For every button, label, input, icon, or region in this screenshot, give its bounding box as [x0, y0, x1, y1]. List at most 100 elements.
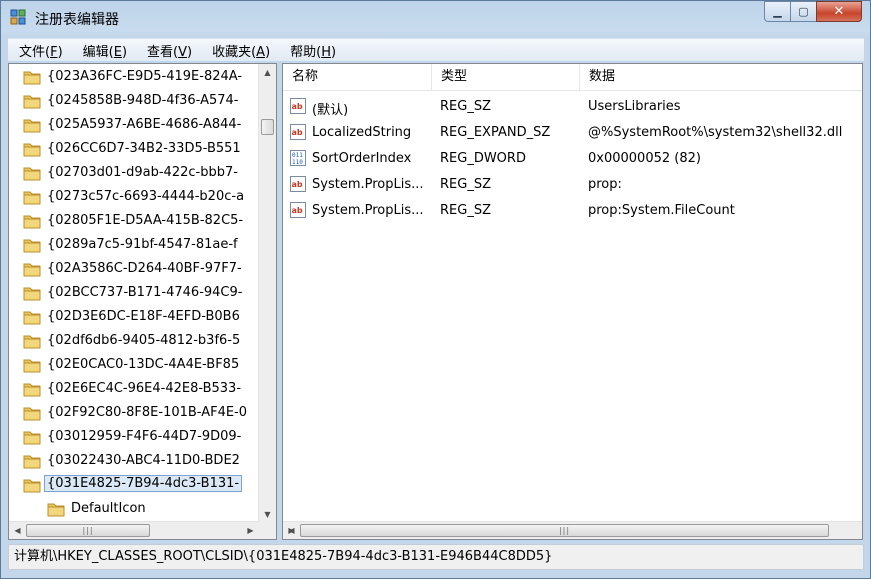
tree-item-label: {02703d01-d9ab-422c-bbb7-: [47, 165, 238, 180]
value-type: REG_EXPAND_SZ: [440, 125, 551, 140]
scroll-right-arrow-icon[interactable]: ▶: [242, 522, 259, 539]
tree-item[interactable]: {02805F1E-D5AA-415B-82C5-: [9, 209, 258, 233]
tree-item[interactable]: {02df6db6-9405-4812-b3f6-5: [9, 329, 258, 353]
folder-icon: [23, 263, 41, 277]
key-tree-pane[interactable]: {023A36FC-E9D5-419E-824A- {0245858B-948D-…: [8, 63, 277, 540]
tree-item[interactable]: {0273c57c-6693-4444-b20c-a: [9, 185, 258, 209]
scroll-down-arrow-icon[interactable]: ▼: [259, 506, 276, 523]
minimize-icon: ▁: [773, 5, 782, 18]
tree-item-label: {02D3E6DC-E18F-4EFD-B0B6: [47, 309, 240, 324]
folder-icon: [23, 71, 41, 85]
caption-buttons: ▁ ▢ ✕: [764, 1, 862, 23]
column-type-header[interactable]: 类型: [432, 64, 580, 90]
scroll-left-arrow-icon[interactable]: ◀: [9, 522, 26, 539]
tree-item[interactable]: {02BCC737-B171-4746-94C9-: [9, 281, 258, 305]
tree-item[interactable]: {023A36FC-E9D5-419E-824A-: [9, 65, 258, 89]
folder-icon: [23, 335, 41, 349]
tree-item-label: {03022430-ABC4-11D0-BDE2: [47, 453, 240, 468]
value-name: SortOrderIndex: [312, 151, 412, 166]
regedit-window: 注册表编辑器 ▁ ▢ ✕ 文件(F) 编辑(E) 查看(V) 收藏夹(A) 帮助…: [0, 0, 871, 579]
regedit-app-icon: [10, 9, 26, 25]
folder-icon: [23, 407, 41, 421]
tree-item[interactable]: {02A3586C-D264-40BF-97F7-: [9, 257, 258, 281]
tree-item[interactable]: {03022430-ABC4-11D0-BDE2: [9, 449, 258, 473]
folder-icon: [23, 383, 41, 397]
title-bar[interactable]: 注册表编辑器 ▁ ▢ ✕: [1, 1, 870, 35]
tree-item-label: {0289a7c5-91bf-4547-81ae-f: [47, 237, 238, 252]
key-tree: {023A36FC-E9D5-419E-824A- {0245858B-948D-…: [9, 64, 258, 523]
value-type: REG_SZ: [440, 203, 491, 218]
scroll-up-arrow-icon[interactable]: ▲: [259, 64, 276, 81]
tree-item[interactable]: {0245858B-948D-4f36-A574-: [9, 89, 258, 113]
value-row[interactable]: 011 110 SortOrderIndex REG_DWORD 0x00000052 …: [283, 146, 862, 172]
minimize-button[interactable]: ▁: [764, 1, 790, 22]
menu-file[interactable]: 文件(F): [8, 41, 72, 60]
scroll-right-arrow-icon[interactable]: ▶: [283, 522, 300, 539]
tree-item-label: {026CC6D7-34B2-33D5-B551: [47, 141, 241, 156]
maximize-button[interactable]: ▢: [790, 1, 816, 22]
tree-vertical-scrollbar[interactable]: ▲ ▼: [258, 64, 276, 523]
menu-edit[interactable]: 编辑(E): [72, 41, 136, 60]
folder-icon: [23, 431, 41, 445]
value-data: prop:: [588, 177, 622, 192]
value-data: UsersLibraries: [588, 99, 681, 114]
tree-item[interactable]: {02F92C80-8F8E-101B-AF4E-0: [9, 401, 258, 425]
value-data: 0x00000052 (82): [588, 151, 701, 166]
tree-item[interactable]: {02E6EC4C-96E4-42E8-B533-: [9, 377, 258, 401]
menu-favorites[interactable]: 收藏夹(A): [201, 41, 279, 60]
column-data-header[interactable]: 数据: [580, 64, 862, 90]
value-type: REG_SZ: [440, 177, 491, 192]
svg-text:011: 011: [292, 152, 303, 159]
value-name: LocalizedString: [312, 125, 412, 140]
value-row[interactable]: ab LocalizedString REG_EXPAND_SZ @%SystemRo…: [283, 120, 862, 146]
folder-icon: [23, 287, 41, 301]
tree-scroll-thumb[interactable]: [261, 119, 274, 135]
svg-text:ab: ab: [292, 102, 303, 111]
tree-item[interactable]: {02703d01-d9ab-422c-bbb7-: [9, 161, 258, 185]
tree-item[interactable]: {02D3E6DC-E18F-4EFD-B0B6: [9, 305, 258, 329]
string-value-icon: ab: [290, 124, 306, 140]
tree-item[interactable]: {0289a7c5-91bf-4547-81ae-f: [9, 233, 258, 257]
svg-text:ab: ab: [292, 206, 303, 215]
tree-item-label: {025A5937-A6BE-4686-A844-: [47, 117, 242, 132]
tree-item-label: {031E4825-7B94-4dc3-B131-: [43, 475, 243, 492]
string-value-icon: ab: [290, 202, 306, 218]
tree-item-label: {02F92C80-8F8E-101B-AF4E-0: [47, 405, 248, 420]
folder-icon: [47, 503, 65, 517]
values-pane[interactable]: 名称 类型 数据 ab (默认) REG_SZ UsersLibraries ab Loc…: [282, 63, 863, 540]
folder-icon: [23, 95, 41, 109]
folder-icon: [23, 455, 41, 469]
window-title: 注册表编辑器: [35, 12, 119, 28]
tree-item-label: {0245858B-948D-4f36-A574-: [47, 93, 239, 108]
values-horizontal-scrollbar[interactable]: ◀ ||| ▶: [283, 521, 862, 539]
folder-icon: [23, 311, 41, 325]
value-name: (默认): [312, 103, 349, 118]
close-button[interactable]: ✕: [816, 1, 862, 22]
value-data: prop:System.FileCount: [588, 203, 735, 218]
scroll-corner: [259, 522, 276, 539]
tree-item-label: DefaultIcon: [71, 501, 146, 516]
tree-item[interactable]: {02E0CAC0-13DC-4A4E-BF85: [9, 353, 258, 377]
folder-icon: [23, 191, 41, 205]
tree-item[interactable]: {025A5937-A6BE-4686-A844-: [9, 113, 258, 137]
tree-hscroll-thumb[interactable]: |||: [26, 524, 150, 537]
value-row[interactable]: ab System.PropLis... REG_SZ prop:: [283, 172, 862, 198]
values-hscroll-thumb[interactable]: |||: [300, 524, 829, 537]
tree-item-selected[interactable]: {031E4825-7B94-4dc3-B131-: [9, 473, 258, 497]
tree-item[interactable]: DefaultIcon: [9, 497, 258, 521]
value-type: REG_SZ: [440, 99, 491, 114]
folder-icon: [23, 479, 41, 493]
value-row[interactable]: ab System.PropLis... REG_SZ prop:System.Fil…: [283, 198, 862, 224]
value-row[interactable]: ab (默认) REG_SZ UsersLibraries: [283, 94, 862, 120]
tree-item-label: {02805F1E-D5AA-415B-82C5-: [47, 213, 244, 228]
tree-item[interactable]: {03012959-F4F6-44D7-9D09-: [9, 425, 258, 449]
folder-icon: [23, 143, 41, 157]
column-name-header[interactable]: 名称: [283, 64, 432, 90]
menu-bar: 文件(F) 编辑(E) 查看(V) 收藏夹(A) 帮助(H): [8, 38, 864, 61]
tree-item[interactable]: {026CC6D7-34B2-33D5-B551: [9, 137, 258, 161]
menu-view[interactable]: 查看(V): [136, 41, 201, 60]
svg-text:110: 110: [292, 159, 303, 166]
menu-help[interactable]: 帮助(H): [279, 41, 345, 60]
svg-text:ab: ab: [292, 180, 303, 189]
tree-horizontal-scrollbar[interactable]: ◀ ||| ▶: [9, 521, 259, 539]
